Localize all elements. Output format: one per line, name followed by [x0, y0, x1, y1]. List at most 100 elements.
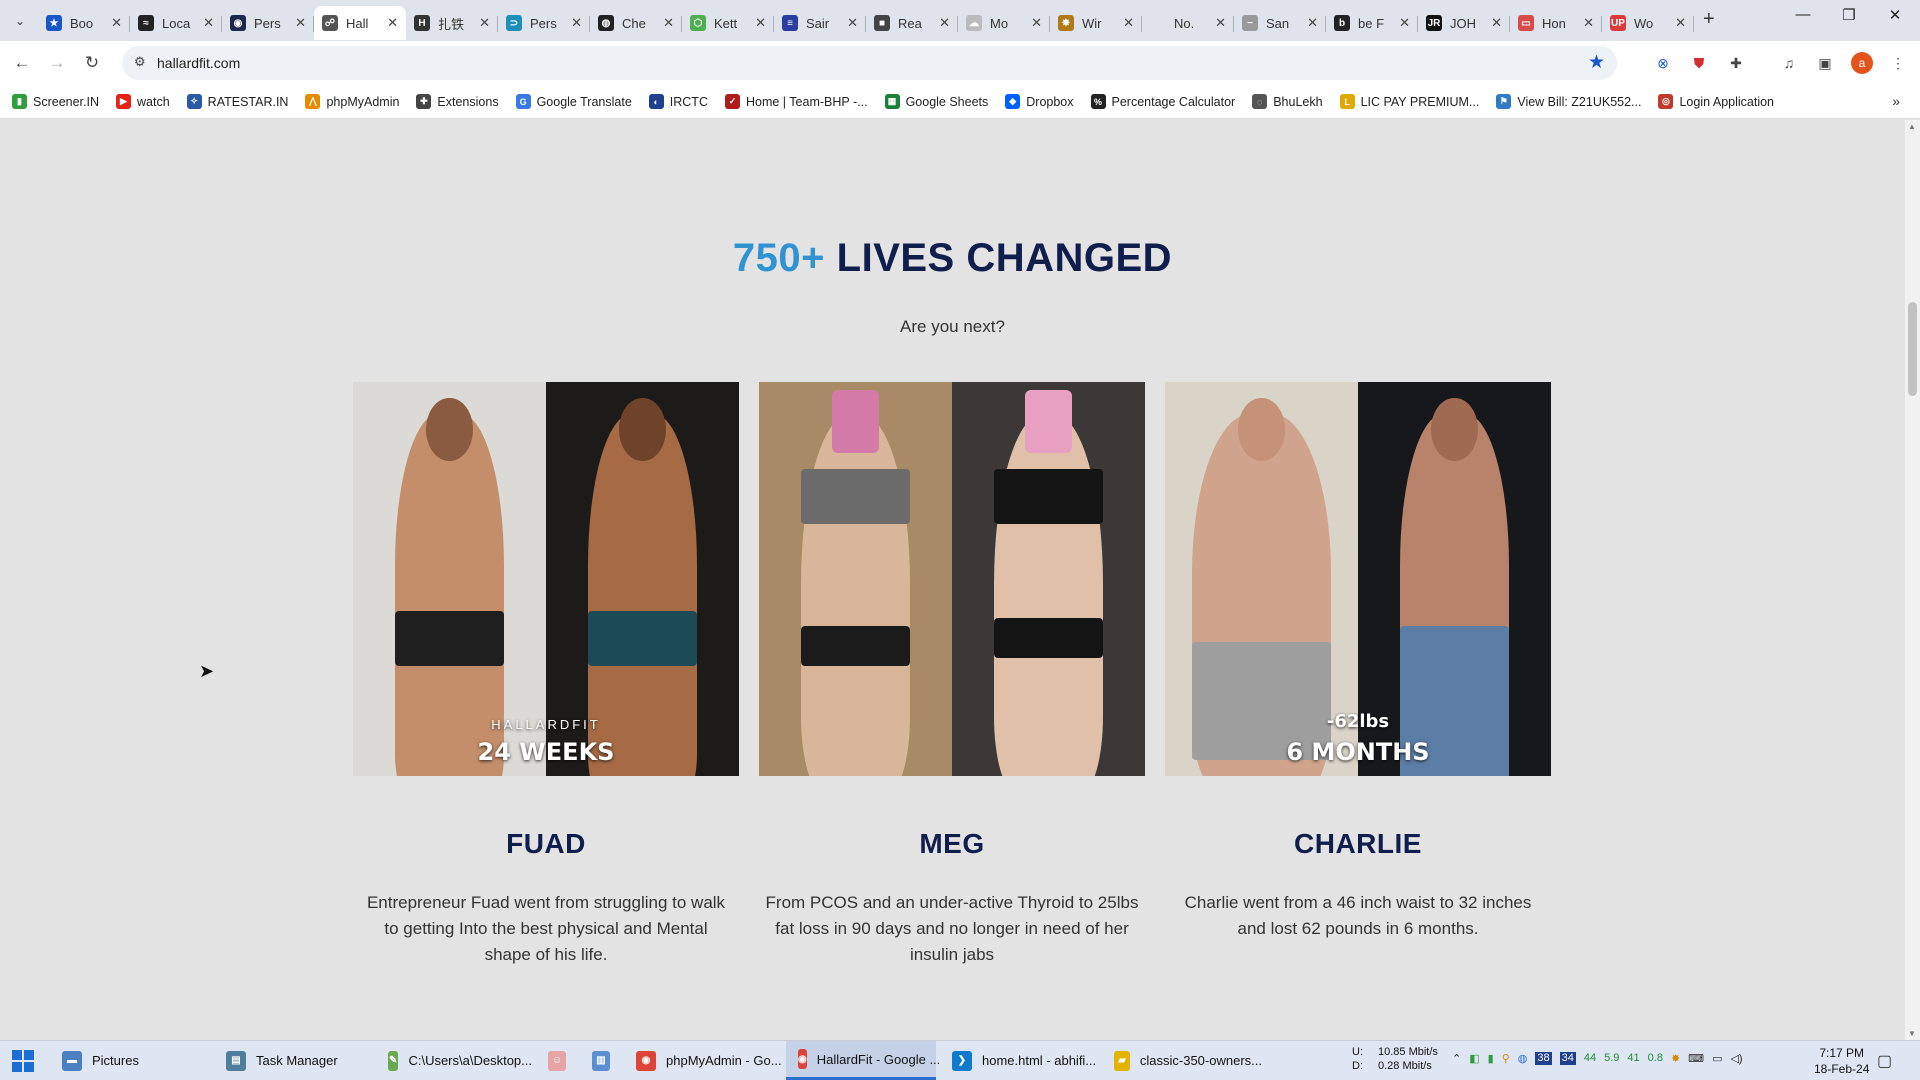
- browser-tab[interactable]: JR JOH ✕: [1418, 6, 1510, 40]
- browser-tab[interactable]: ▭ Hon ✕: [1510, 6, 1602, 40]
- tab-close-icon[interactable]: ✕: [755, 15, 766, 31]
- taskbar-item[interactable]: ▰ classic-350-owners...: [1102, 1041, 1262, 1080]
- tab-close-icon[interactable]: ✕: [847, 15, 858, 31]
- tab-close-icon[interactable]: ✕: [1123, 15, 1134, 31]
- bookmark-item[interactable]: ✧ RATESTAR.IN: [186, 94, 288, 109]
- tray-monitor-icon[interactable]: ▮: [1488, 1052, 1494, 1065]
- tab-close-icon[interactable]: ✕: [1675, 15, 1686, 31]
- bookmark-item[interactable]: ◆ Dropbox: [1005, 94, 1074, 109]
- scroll-down-icon[interactable]: ▼: [1908, 1029, 1916, 1038]
- taskbar-item[interactable]: ◉ HallardFit - Google ...: [786, 1041, 940, 1080]
- tab-close-icon[interactable]: ✕: [111, 15, 122, 31]
- tab-close-icon[interactable]: ✕: [939, 15, 950, 31]
- tab-close-icon[interactable]: ✕: [1031, 15, 1042, 31]
- browser-tab[interactable]: ⬡ Kett ✕: [682, 6, 774, 40]
- bookmark-item[interactable]: ✚ Extensions: [416, 94, 499, 109]
- back-icon[interactable]: ←: [10, 51, 34, 75]
- tray-keyboard-icon[interactable]: ⌨: [1688, 1052, 1704, 1065]
- tab-close-icon[interactable]: ✕: [1215, 15, 1226, 31]
- browser-tab[interactable]: − San ✕: [1234, 6, 1326, 40]
- browser-tab[interactable]: ■ Rea ✕: [866, 6, 958, 40]
- tab-close-icon[interactable]: ✕: [1307, 15, 1318, 31]
- browser-tab[interactable]: ✸ Wir ✕: [1050, 6, 1142, 40]
- taskbar-item[interactable]: ▤ Task Manager: [214, 1041, 372, 1080]
- system-tray[interactable]: ⌃ ◧ ▮ ⚲ ◍ 38 34 44 5.9 41 0.8 ✸ ⌨ ▭ ◁): [1452, 1052, 1743, 1065]
- bookmark-item[interactable]: ▦ Google Sheets: [884, 94, 988, 109]
- close-window-icon[interactable]: ✕: [1872, 6, 1918, 24]
- browser-tab[interactable]: UP Wo ✕: [1602, 6, 1694, 40]
- tray-network-icon[interactable]: ◍: [1518, 1052, 1528, 1065]
- browser-tab[interactable]: ≈ Loca ✕: [130, 6, 222, 40]
- tab-close-icon[interactable]: ✕: [1399, 15, 1410, 31]
- tab-close-icon[interactable]: ✕: [571, 15, 582, 31]
- tray-temp-icon[interactable]: 38: [1535, 1052, 1552, 1065]
- profile-avatar[interactable]: a: [1851, 52, 1873, 74]
- browser-tab[interactable]: No. ✕: [1142, 6, 1234, 40]
- reload-icon[interactable]: ↻: [80, 51, 104, 75]
- scroll-up-icon[interactable]: ▲: [1908, 122, 1916, 131]
- bookmark-item[interactable]: ✓ Home | Team-BHP -...: [724, 94, 868, 109]
- forward-icon[interactable]: →: [45, 51, 69, 75]
- bookmark-item[interactable]: ◐ IRCTC: [648, 94, 708, 109]
- tray-search-icon[interactable]: ⚲: [1502, 1052, 1510, 1065]
- new-tab-icon[interactable]: +: [1703, 8, 1715, 31]
- browser-tab[interactable]: b be F ✕: [1326, 6, 1418, 40]
- bookmark-star-icon[interactable]: ★: [1588, 51, 1605, 74]
- address-bar[interactable]: ⚙ hallardfit.com ★: [122, 46, 1617, 80]
- scrollbar-thumb[interactable]: [1908, 302, 1917, 396]
- restore-icon[interactable]: ❐: [1826, 6, 1872, 24]
- bookmark-label: Screener.IN: [33, 94, 100, 109]
- bookmark-item[interactable]: ◌ BhuLekh: [1252, 94, 1323, 109]
- page-scrollbar[interactable]: ▲ ▼: [1905, 120, 1920, 1040]
- tab-close-icon[interactable]: ✕: [663, 15, 674, 31]
- tray-expand-icon[interactable]: ⌃: [1452, 1052, 1461, 1065]
- taskbar-item[interactable]: ❯ home.html - abhifi...: [940, 1041, 1098, 1080]
- menu-kebab-icon[interactable]: ⋮: [1887, 52, 1909, 74]
- notification-center-icon[interactable]: ▢: [1877, 1051, 1892, 1071]
- site-info-icon[interactable]: ⚙: [134, 54, 146, 70]
- bookmark-item[interactable]: G Google Translate: [515, 94, 632, 109]
- bookmark-item[interactable]: ▮ Screener.IN: [12, 94, 99, 109]
- bookmark-item[interactable]: ▶ watch: [116, 94, 170, 109]
- tray-cpu-icon[interactable]: 34: [1559, 1052, 1576, 1065]
- taskbar-item[interactable]: ▬ Pictures: [50, 1041, 208, 1080]
- media-control-icon[interactable]: ♫: [1778, 52, 1800, 74]
- windows-start-icon[interactable]: [12, 1050, 34, 1072]
- bookmark-item[interactable]: ⚑ View Bill: Z21UK552...: [1496, 94, 1641, 109]
- tab-close-icon[interactable]: ✕: [295, 15, 306, 31]
- tab-search-icon[interactable]: ⌄: [8, 9, 32, 33]
- url-text[interactable]: hallardfit.com: [157, 55, 240, 71]
- taskbar-item[interactable]: ▥: [580, 1041, 620, 1080]
- taskbar-item[interactable]: ◉ phpMyAdmin - Go...: [624, 1041, 782, 1080]
- browser-tab[interactable]: ★ Boo ✕: [38, 6, 130, 40]
- taskbar-item[interactable]: ✎ C:\Users\a\Desktop...: [376, 1041, 532, 1080]
- browser-tab[interactable]: ⊃ Pers ✕: [498, 6, 590, 40]
- tab-close-icon[interactable]: ✕: [1491, 15, 1502, 31]
- bookmark-item[interactable]: % Percentage Calculator: [1090, 94, 1235, 109]
- tray-weather-icon[interactable]: ✸: [1671, 1052, 1680, 1065]
- shield-icon[interactable]: ⛊: [1688, 52, 1710, 74]
- browser-tab[interactable]: ≡ Sair ✕: [774, 6, 866, 40]
- bookmark-item[interactable]: ◎ Login Application: [1658, 94, 1774, 109]
- tab-close-icon[interactable]: ✕: [479, 15, 490, 31]
- bookmark-item[interactable]: L LIC PAY PREMIUM...: [1339, 94, 1479, 109]
- taskbar-clock[interactable]: 7:17 PM 18-Feb-24: [1814, 1045, 1869, 1077]
- taskbar-item[interactable]: ☺: [536, 1041, 576, 1080]
- minimize-icon[interactable]: —: [1780, 6, 1826, 23]
- browser-tab[interactable]: ◉ Pers ✕: [222, 6, 314, 40]
- side-panel-icon[interactable]: ▣: [1814, 52, 1836, 74]
- extensions-puzzle-icon[interactable]: ✚: [1725, 52, 1747, 74]
- tab-close-icon[interactable]: ✕: [1583, 15, 1594, 31]
- tray-app-icon[interactable]: ◧: [1469, 1052, 1479, 1065]
- more-bookmarks-icon[interactable]: »: [1892, 93, 1900, 109]
- bookmark-item[interactable]: ⋀ phpMyAdmin: [305, 94, 399, 109]
- tab-close-icon[interactable]: ✕: [203, 15, 214, 31]
- browser-tab[interactable]: H 扎铁 ✕: [406, 6, 498, 40]
- tab-close-icon[interactable]: ✕: [387, 15, 398, 31]
- tray-wifi-icon[interactable]: ▭: [1712, 1052, 1722, 1065]
- browser-tab[interactable]: ☍ Hall ✕: [314, 6, 406, 40]
- extension-icon[interactable]: ⊗: [1652, 52, 1674, 74]
- browser-tab[interactable]: ◍ Che ✕: [590, 6, 682, 40]
- tray-volume-icon[interactable]: ◁): [1730, 1052, 1742, 1065]
- browser-tab[interactable]: ☁ Mo ✕: [958, 6, 1050, 40]
